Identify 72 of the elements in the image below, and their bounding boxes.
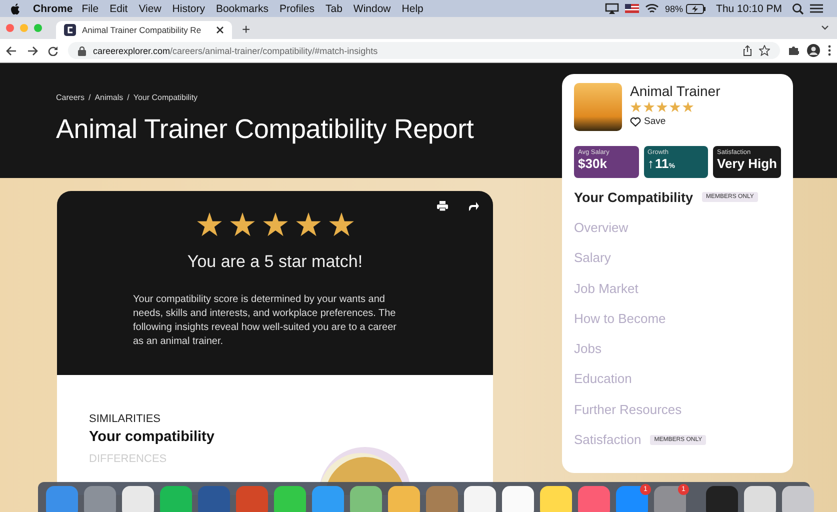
photo-placeholder [574,83,622,131]
clock[interactable]: Thu 10:10 PM [716,2,782,14]
tab-title: Animal Trainer Compatibility Re [82,25,202,35]
app-icon[interactable] [464,486,496,512]
star-icon [228,211,256,238]
chevron-down-icon[interactable] [821,25,829,31]
new-tab-button[interactable]: + [242,21,250,37]
breadcrumb-link[interactable]: Animals [94,93,124,102]
section-title: Your compatibility [89,429,216,445]
star-icon [669,101,681,113]
share-arrow-icon[interactable] [468,202,479,210]
heart-icon [630,116,641,126]
save-button[interactable]: Save [630,116,666,127]
stat-value: Very High [717,156,777,171]
app-menu[interactable]: Chrome [33,2,73,14]
address-field[interactable]: careerexplorer.com/careers/animal-trainer/compatibility/#match-insights [68,42,780,59]
breadcrumb-separator: / [88,93,91,102]
battery-percentage: 98% [665,4,684,14]
description-text: Your compatibility score is determined by your wants and needs, skills and interests, and workplace preferences. The following insights reveal how well-suited you are to a career as an animal trainer. [133,293,398,349]
star-icon [630,101,642,113]
menu-item[interactable]: History [172,2,205,14]
puzzle-icon[interactable] [788,45,799,56]
battery-icon[interactable] [686,4,706,14]
app-icon[interactable] [502,486,534,512]
more-menu-icon[interactable] [828,45,831,56]
control-center-icon[interactable] [810,3,823,14]
wifi-icon[interactable] [645,3,660,14]
star-icon [328,211,354,238]
site-favicon [64,24,76,36]
share-icon[interactable] [743,45,752,56]
app-icon[interactable] [122,486,154,512]
breadcrumb-link[interactable]: Your Compatibility [133,93,198,102]
printer-icon[interactable] [437,201,448,211]
breadcrumb-link[interactable]: Careers [56,93,84,102]
match-heading: You are a 5 star match! [187,252,363,272]
apple-icon [10,2,21,14]
search-icon[interactable] [792,2,804,14]
menu-item[interactable]: Tab [325,2,342,14]
stat-value: $30k [578,156,608,171]
menu-item[interactable]: View [138,2,162,14]
app-icon[interactable] [540,486,572,512]
menu-item[interactable]: Edit [110,2,128,14]
breadcrumb-separator: / [127,93,130,102]
star-icon [196,211,222,238]
nav-link[interactable]: Your Compatibility [574,190,694,205]
menu-item[interactable]: Profiles [279,2,314,14]
menu-item[interactable]: Window [353,2,391,14]
app-icon[interactable] [388,486,420,512]
star-icon [656,101,668,113]
star-icon [294,211,322,238]
profile-avatar-icon[interactable] [807,44,820,57]
reload-icon[interactable] [48,46,58,56]
app-icon[interactable] [744,486,776,512]
browser-tab[interactable]: Animal Trainer Compatibility Re [56,21,232,39]
app-icon[interactable] [274,486,306,512]
screen-mirroring-icon[interactable] [605,3,620,14]
section-label: SIMILARITIES [89,413,162,425]
lock-icon [78,46,86,56]
back-icon[interactable] [6,46,17,56]
menu-item[interactable]: File [82,2,99,14]
menu-item[interactable]: Bookmarks [216,2,268,14]
app-icon[interactable] [350,486,382,512]
page-title: Animal Trainer Compatibility Report [56,114,474,145]
flag-icon[interactable] [625,4,640,13]
star-icon [682,101,694,113]
forward-icon[interactable] [27,46,38,56]
menu-item[interactable]: Help [402,2,424,14]
star-icon [262,211,288,238]
close-icon[interactable] [216,26,224,34]
career-title: Animal Trainer [630,83,720,99]
star-icon [643,101,655,113]
bookmark-star-icon[interactable] [759,45,770,56]
